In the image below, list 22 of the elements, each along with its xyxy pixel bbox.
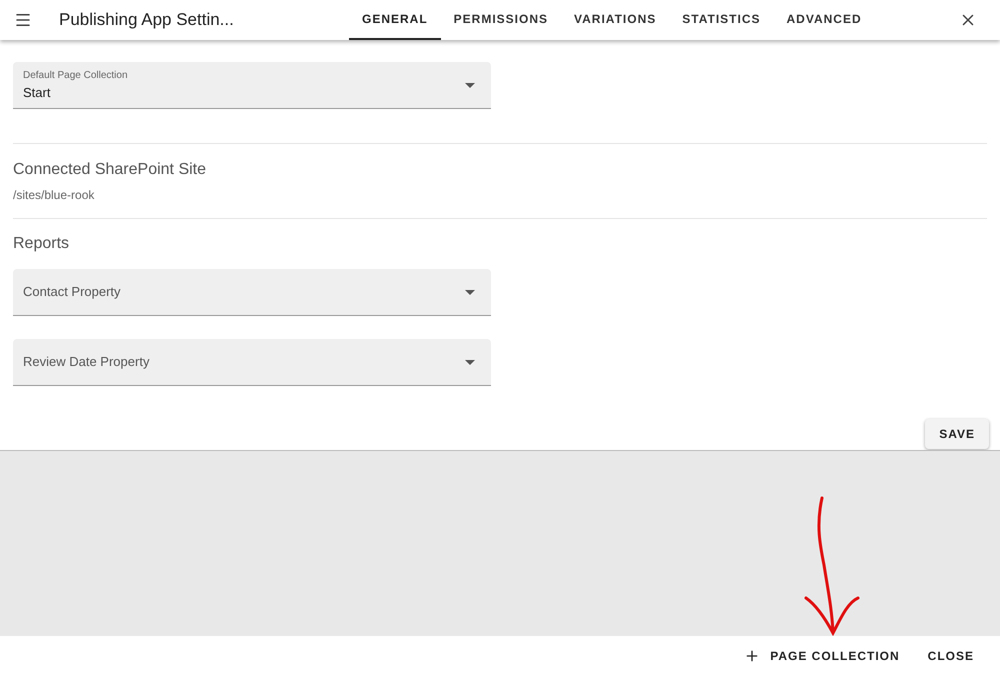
dropdown-caret-icon xyxy=(465,290,475,294)
menu-icon[interactable] xyxy=(14,11,32,29)
field-value: Start xyxy=(23,84,52,102)
select-field[interactable]: Review Date Property xyxy=(13,339,491,386)
dropdown-caret-icon xyxy=(465,82,475,88)
tab[interactable]: VARIATIONS xyxy=(561,0,670,40)
section-heading: Connected SharePoint Site xyxy=(13,160,208,180)
save-button[interactable]: SAVE xyxy=(925,419,989,449)
section-heading: Reports xyxy=(13,234,70,254)
tab[interactable]: ADVANCED xyxy=(774,0,875,40)
field-placeholder: Contact Property xyxy=(23,283,121,302)
close-button[interactable]: CLOSE xyxy=(918,641,984,671)
select-field[interactable]: Contact Property xyxy=(13,269,491,316)
field-label: Default Page Collection xyxy=(23,68,128,83)
tab[interactable]: STATISTICS xyxy=(669,0,774,40)
field-placeholder: Review Date Property xyxy=(23,353,150,372)
dropdown-caret-icon xyxy=(465,360,475,364)
add-button[interactable]: PAGE COLLECTION xyxy=(734,641,910,671)
tab[interactable]: PERMISSIONS xyxy=(440,0,562,40)
select-field[interactable]: Default Page Collection Start xyxy=(13,62,491,109)
site-path: /sites/blue-rook xyxy=(13,187,96,204)
dialog-title: Publishing App Settin... xyxy=(59,9,235,32)
